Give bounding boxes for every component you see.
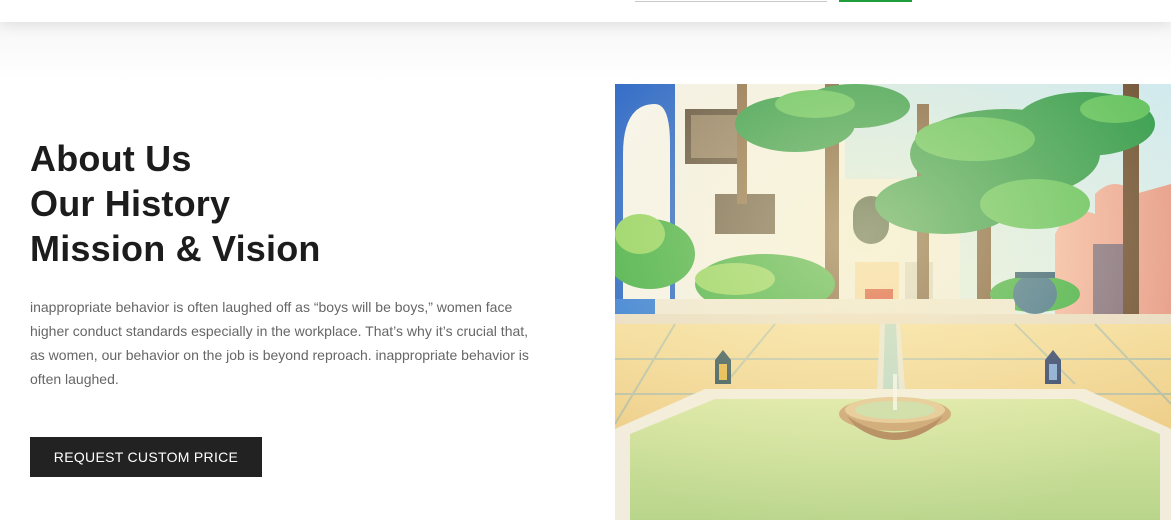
heading-about-us: About Us <box>30 138 192 179</box>
heading-mission-vision: Mission & Vision <box>30 228 321 269</box>
request-custom-price-button[interactable]: REQUEST CUSTOM PRICE <box>30 437 262 477</box>
courtyard-photo <box>615 84 1171 520</box>
header-search-input[interactable] <box>635 0 827 2</box>
site-header <box>0 0 1171 22</box>
about-headings: About Us Our History Mission & Vision <box>30 136 321 271</box>
about-description: inappropriate behavior is often laughed … <box>30 299 529 387</box>
header-action-button[interactable] <box>839 0 912 2</box>
heading-our-history: Our History <box>30 183 231 224</box>
